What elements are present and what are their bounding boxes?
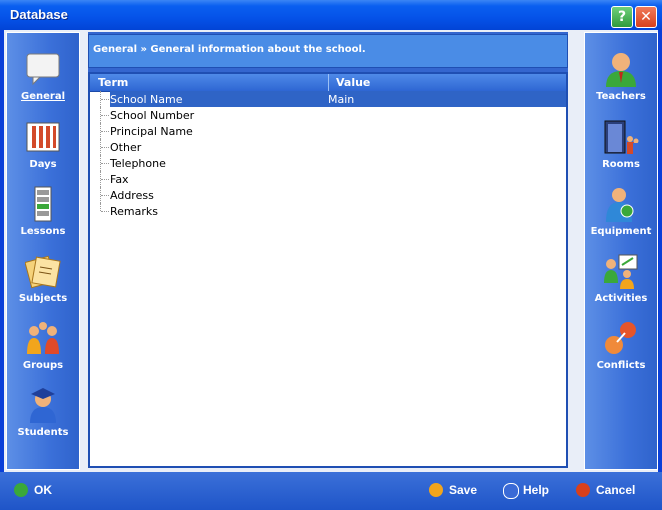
room-door-icon [604, 120, 639, 154]
nav-label-teachers: Teachers [596, 91, 646, 102]
cancel-x-icon [576, 483, 590, 497]
nav-conflicts[interactable]: Conflicts [585, 320, 657, 382]
calendar-bars-icon [26, 122, 60, 152]
nav-label-activities: Activities [594, 293, 648, 304]
term-cell: Remarks [110, 205, 158, 218]
term-cell: Other [110, 141, 142, 154]
table-row[interactable]: Telephone [90, 155, 566, 171]
tree-branch [101, 211, 109, 213]
group-people-icon [27, 322, 59, 354]
teacher-icon [606, 53, 636, 87]
column-header-value[interactable]: Value [336, 76, 370, 89]
tree-branch [101, 147, 109, 149]
left-sidebar: General Days Lessons Subjects Groups Stu… [6, 32, 80, 470]
nav-days[interactable]: Days [7, 119, 79, 181]
nav-label-subjects: Subjects [18, 293, 68, 304]
nav-students[interactable]: Students [7, 387, 79, 449]
tree-branch [101, 131, 109, 133]
cancel-label: Cancel [596, 483, 636, 497]
database-window: Database ? ✕ General Days Lessons Subjec… [0, 0, 662, 510]
help-title-button[interactable]: ? [611, 6, 633, 28]
tree-branch [101, 115, 109, 117]
nav-teachers[interactable]: Teachers [585, 51, 657, 113]
properties-grid[interactable]: Term Value School Name Main School Numbe… [88, 72, 568, 468]
speech-bubble-icon [26, 53, 60, 86]
tree-line [100, 203, 102, 211]
table-row[interactable]: Fax [90, 171, 566, 187]
tree-branch [101, 179, 109, 181]
nav-general[interactable]: General [7, 51, 79, 113]
save-label: Save [449, 483, 478, 497]
table-row[interactable]: School Number [90, 107, 566, 123]
help-label: Help [523, 483, 550, 497]
breadcrumb: General » General information about the … [88, 34, 568, 68]
client-area: General Days Lessons Subjects Groups Stu… [4, 30, 658, 506]
nav-label-rooms: Rooms [602, 159, 640, 170]
right-sidebar: Teachers Rooms Equipment Activities Conf… [584, 32, 658, 470]
tree-branch [101, 163, 109, 165]
table-row[interactable]: Address [90, 187, 566, 203]
breadcrumb-text: General » General information about the … [93, 44, 366, 55]
close-button[interactable]: ✕ [635, 6, 657, 28]
question-icon [503, 483, 519, 499]
nav-rooms[interactable]: Rooms [585, 119, 657, 181]
nav-groups[interactable]: Groups [7, 320, 79, 382]
nav-label-conflicts: Conflicts [596, 360, 646, 371]
term-cell: Principal Name [110, 125, 193, 138]
notes-icon [25, 255, 61, 289]
table-row[interactable]: Remarks [90, 203, 566, 219]
nav-label-lessons: Lessons [20, 226, 66, 237]
column-header-term[interactable]: Term [98, 76, 128, 89]
student-icon [30, 388, 56, 423]
column-separator[interactable] [328, 74, 329, 91]
term-cell: Address [110, 189, 154, 202]
term-cell: School Number [110, 109, 195, 122]
table-row[interactable]: School Name Main [90, 91, 566, 107]
grid-header: Term Value [90, 74, 566, 92]
activities-icon [604, 254, 638, 289]
table-row[interactable]: Other [90, 139, 566, 155]
term-cell: School Name [110, 93, 183, 106]
term-cell: Telephone [110, 157, 166, 170]
tree-branch [101, 195, 109, 197]
ok-label: OK [34, 483, 52, 497]
title-bar[interactable]: Database ? ✕ [0, 0, 662, 30]
nav-label-general: General [21, 91, 65, 102]
tree-branch [101, 99, 109, 101]
nav-lessons[interactable]: Lessons [7, 186, 79, 248]
value-cell[interactable]: Main [328, 93, 354, 106]
window-title: Database [10, 7, 68, 22]
nav-activities[interactable]: Activities [585, 253, 657, 315]
nav-label-groups: Groups [22, 360, 64, 371]
conflicts-icon [605, 322, 636, 354]
lesson-bars-icon [34, 186, 52, 222]
nav-label-equipment: Equipment [590, 226, 652, 237]
nav-subjects[interactable]: Subjects [7, 253, 79, 315]
nav-label-students: Students [17, 427, 69, 438]
term-cell: Fax [110, 173, 129, 186]
check-icon [14, 483, 28, 497]
nav-equipment[interactable]: Equipment [585, 186, 657, 248]
nav-label-days: Days [29, 159, 57, 170]
button-bar: OK Save Help Cancel [0, 472, 662, 510]
save-arrow-icon [429, 483, 443, 497]
equipment-icon [606, 188, 634, 222]
table-row[interactable]: Principal Name [90, 123, 566, 139]
main-panel: General » General information about the … [88, 32, 568, 468]
